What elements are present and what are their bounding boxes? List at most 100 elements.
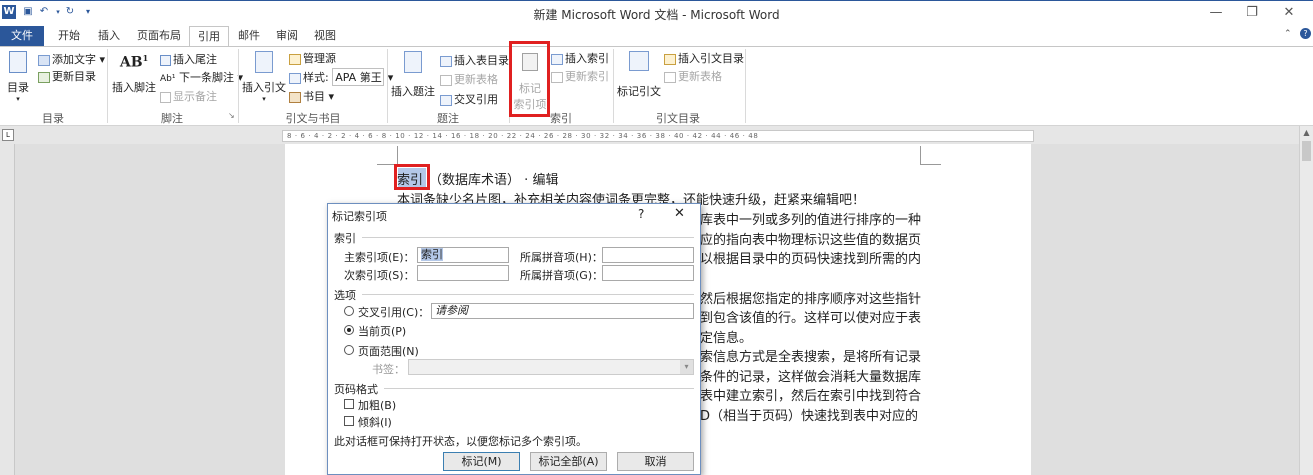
bold-checkbox[interactable] <box>344 399 354 409</box>
add-text-button[interactable]: 添加文字 ▾ <box>38 51 105 67</box>
horizontal-ruler[interactable]: 8 · 6 · 4 · 2 · 2 · 4 · 6 · 8 · 10 · 12 … <box>282 130 1034 142</box>
cross-reference-radio[interactable] <box>344 306 354 316</box>
tab-file[interactable]: 文件 <box>0 26 44 46</box>
tab-review[interactable]: 审阅 <box>270 26 304 46</box>
scroll-thumb[interactable] <box>1302 141 1311 161</box>
update-icon <box>440 74 452 86</box>
page-range-radio[interactable] <box>344 345 354 355</box>
help-icon[interactable]: ? <box>1300 28 1311 39</box>
chevron-down-icon[interactable]: ▾ <box>680 360 693 374</box>
update-index-label: 更新索引 <box>565 70 609 83</box>
table-of-figures-icon <box>440 55 452 67</box>
title-bar: W ▣ ↶ ▾ ↻ ▾ 新建 Microsoft Word 文档 - Micro… <box>0 0 1313 26</box>
show-notes-button[interactable]: 显示备注 <box>160 88 217 104</box>
insert-index-button[interactable]: 插入索引 <box>551 50 609 66</box>
insert-caption-button[interactable]: 插入题注 <box>390 51 436 105</box>
main-pinyin-input[interactable] <box>602 247 694 263</box>
index-section-label: 索引 <box>334 232 356 245</box>
dialog-launcher-icon[interactable]: ↘ <box>228 111 235 120</box>
cross-reference-button[interactable]: 交叉引用 <box>440 91 498 107</box>
toc-icon <box>9 51 27 73</box>
update-toc-button[interactable]: 更新目录 <box>38 68 96 84</box>
dialog-title: 标记索引项 <box>332 210 387 223</box>
mark-citation-label: 标记引文 <box>617 85 661 98</box>
mark-index-entry-dialog: 标记索引项 ? ✕ 索引 主索引项(E)： 索引 所属拼音项(H)： 次索引项(… <box>327 203 701 475</box>
tab-mailings[interactable]: 邮件 <box>232 26 266 46</box>
group-label-citations: 引文与书目 <box>285 112 341 125</box>
sub-entry-input[interactable] <box>417 265 509 281</box>
insert-table-of-figures-label: 插入表目录 <box>454 54 509 67</box>
doc-line-right: 应的指向表中物理标识这些值的数据页 <box>700 233 922 248</box>
mark-entry-button[interactable]: 标记 索引项 <box>512 51 548 111</box>
tab-selector-icon[interactable]: L <box>2 129 14 141</box>
section-divider <box>362 237 694 238</box>
doc-line-right: D（相当于页码）快速找到表中对应的 <box>700 409 919 424</box>
insert-table-of-authorities-button[interactable]: 插入引文目录 <box>664 50 744 66</box>
insert-endnote-button[interactable]: 插入尾注 <box>160 51 217 67</box>
style-select[interactable]: APA 第王 <box>332 68 385 86</box>
chevron-down-icon: ▾ <box>16 95 20 103</box>
main-entry-input[interactable]: 索引 <box>417 247 509 263</box>
insert-table-of-figures-button[interactable]: 插入表目录 <box>440 52 509 68</box>
sub-pinyin-input[interactable] <box>602 265 694 281</box>
cross-reference-label: 交叉引用 <box>454 93 498 106</box>
restore-button[interactable]: ❐ <box>1240 4 1264 22</box>
style-picker[interactable]: 样式: APA 第王 ▾ <box>289 68 393 86</box>
mark-citation-button[interactable]: 标记引文 <box>616 51 662 105</box>
cross-reference-icon <box>440 94 452 106</box>
section-divider <box>362 294 694 295</box>
insert-table-of-authorities-label: 插入引文目录 <box>678 52 744 65</box>
collapse-ribbon-icon[interactable]: ⌃ <box>1284 29 1292 39</box>
heading-edit-link[interactable]: 编辑 <box>532 173 558 188</box>
mark-all-button[interactable]: 标记全部(A) <box>530 452 607 471</box>
caption-icon <box>404 51 422 73</box>
tab-layout[interactable]: 页面布局 <box>132 26 186 46</box>
italic-label[interactable]: 倾斜(I) <box>358 414 392 430</box>
cancel-button[interactable]: 取消 <box>617 452 694 471</box>
insert-endnote-label: 插入尾注 <box>173 53 217 66</box>
footnote-icon: AB1 <box>119 53 149 71</box>
italic-checkbox[interactable] <box>344 416 354 426</box>
dialog-help-button[interactable]: ? <box>638 207 644 221</box>
update-table-button[interactable]: 更新表格 <box>440 71 498 87</box>
scroll-up-icon[interactable]: ▲ <box>1300 128 1313 137</box>
insert-citation-button[interactable]: 插入引文 ▾ <box>242 51 286 107</box>
tab-insert[interactable]: 插入 <box>92 26 126 46</box>
update-authorities-button[interactable]: 更新表格 <box>664 68 722 84</box>
vertical-scrollbar[interactable]: ▲ <box>1299 126 1313 475</box>
group-label-captions: 题注 <box>437 112 459 125</box>
vertical-ruler[interactable] <box>0 144 15 475</box>
update-toc-label: 更新目录 <box>52 70 96 83</box>
toc-button[interactable]: 目录 ▾ <box>4 51 32 103</box>
show-notes-label: 显示备注 <box>173 90 217 103</box>
bold-label[interactable]: 加粗(B) <box>358 397 396 413</box>
bookmark-select[interactable] <box>408 359 694 375</box>
update-index-button[interactable]: 更新索引 <box>551 68 609 84</box>
tab-view[interactable]: 视图 <box>308 26 342 46</box>
style-icon <box>289 72 301 84</box>
doc-line-right: 索信息方式是全表搜索，是将所有记录 <box>700 350 922 365</box>
next-footnote-button[interactable]: Ab¹ 下一条脚注 ▾ <box>160 69 243 85</box>
margin-corner-mark <box>920 146 941 165</box>
dialog-close-button[interactable]: ✕ <box>674 206 685 221</box>
tab-references[interactable]: 引用 <box>189 26 229 47</box>
heading-selected-text[interactable]: 索引 <box>397 173 423 188</box>
ribbon: 目录 ▾ 添加文字 ▾ 更新目录 目录 AB1 插入脚注 插入尾注 Ab¹ 下一… <box>0 41 1313 126</box>
bookmark-label: 书签： <box>372 363 405 376</box>
cross-reference-input[interactable]: 请参阅 <box>431 303 694 319</box>
insert-footnote-button[interactable]: AB1 插入脚注 <box>112 53 156 103</box>
show-notes-icon <box>160 91 171 103</box>
tab-home[interactable]: 开始 <box>52 26 86 46</box>
current-page-radio[interactable] <box>344 325 354 335</box>
minimize-button[interactable]: — <box>1204 4 1228 22</box>
current-page-label[interactable]: 当前页(P) <box>358 323 406 339</box>
cross-reference-option-label[interactable]: 交叉引用(C)： <box>358 304 429 320</box>
bibliography-button[interactable]: 书目 ▾ <box>289 88 334 104</box>
close-button[interactable]: ✕ <box>1277 4 1301 22</box>
add-text-icon <box>38 54 50 66</box>
mark-entry-icon <box>522 53 538 71</box>
manage-sources-button[interactable]: 管理源 <box>289 50 336 66</box>
page-range-label[interactable]: 页面范围(N) <box>358 343 419 359</box>
insert-citation-label: 插入引文 <box>242 81 286 94</box>
mark-button[interactable]: 标记(M) <box>443 452 520 471</box>
